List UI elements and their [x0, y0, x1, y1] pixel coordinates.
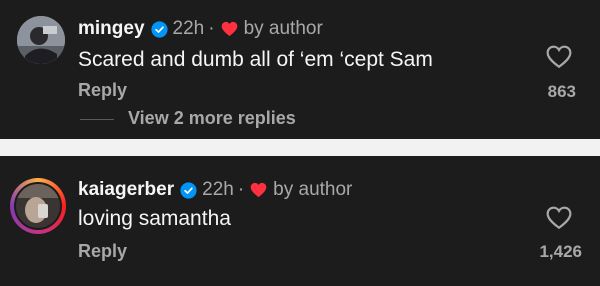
like-count: 863	[547, 82, 576, 101]
like-button[interactable]	[546, 45, 572, 69]
author-heart-icon	[250, 182, 267, 198]
by-author-label: by author	[243, 18, 323, 39]
timestamp: 22h	[172, 18, 205, 39]
reply-button[interactable]: Reply	[78, 241, 127, 262]
heart-outline-icon	[546, 206, 572, 230]
reply-button[interactable]: Reply	[78, 80, 127, 101]
by-author-label: by author	[273, 179, 353, 200]
like-button[interactable]	[546, 206, 572, 230]
separator: ·	[208, 18, 215, 39]
separator: ·	[237, 179, 245, 200]
username[interactable]: mingey	[78, 18, 145, 40]
avatar[interactable]	[17, 16, 65, 64]
like-count: 1,426	[539, 242, 582, 261]
view-more-replies-button[interactable]: View 2 more replies	[128, 108, 296, 129]
avatar-photo-icon	[17, 16, 65, 64]
avatar[interactable]	[14, 182, 62, 230]
comment-meta: mingey 22h · by author	[78, 18, 323, 40]
verified-badge-icon	[180, 181, 197, 199]
author-heart-icon	[221, 21, 238, 37]
heart-outline-icon	[546, 45, 572, 69]
comment-text: loving samantha	[78, 207, 231, 230]
timestamp: 22h	[202, 179, 234, 200]
comment-text: Scared and dumb all of ‘em ‘cept Sam	[78, 48, 433, 71]
verified-badge-icon	[150, 20, 168, 38]
username[interactable]: kaiagerber	[78, 179, 174, 201]
avatar-photo-icon	[16, 184, 60, 228]
comment-meta: kaiagerber 22h · by author	[78, 179, 352, 201]
divider-line	[80, 119, 114, 120]
